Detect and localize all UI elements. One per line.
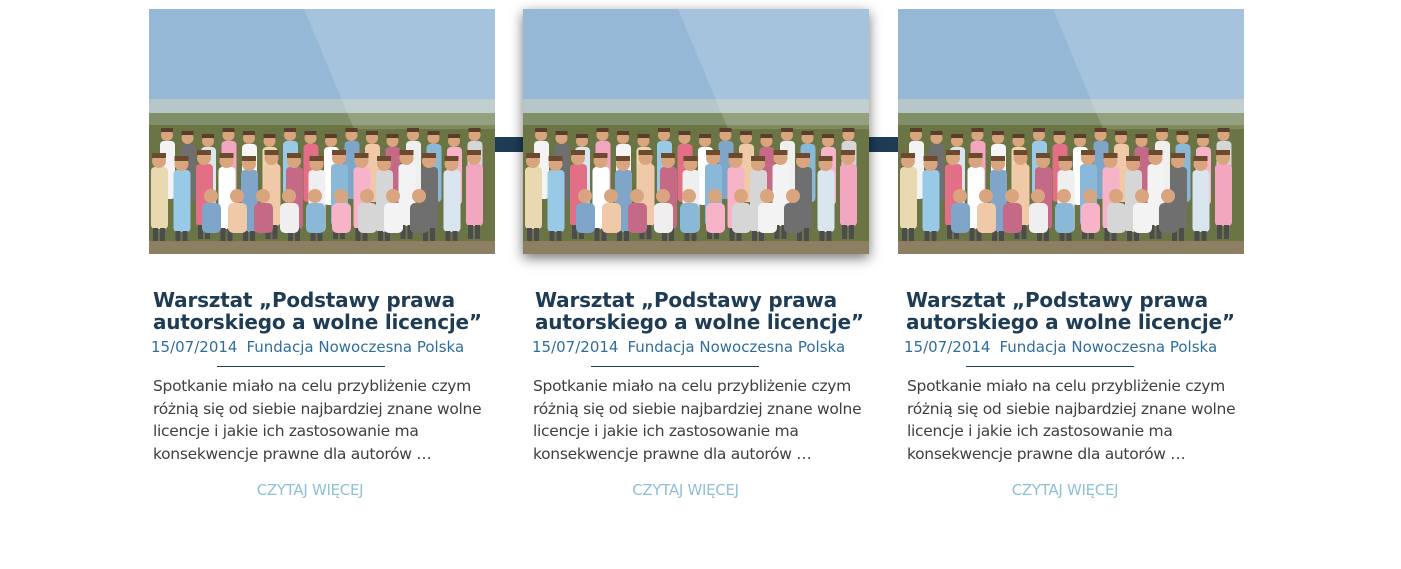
post-card: Warsztat „Podstawy prawa autorskiego a w… [149,9,495,499]
carousel-connector [868,137,899,152]
post-date: 15/07/2014 [904,338,991,356]
post-meta: 15/07/2014 Fundacja Nowoczesna Polska [151,338,464,356]
group-photo-icon [149,9,495,254]
post-author[interactable]: Fundacja Nowoczesna Polska [999,338,1217,356]
post-meta: 15/07/2014 Fundacja Nowoczesna Polska [904,338,1217,356]
post-author[interactable]: Fundacja Nowoczesna Polska [246,338,464,356]
post-date: 15/07/2014 [151,338,238,356]
post-excerpt: Spotkanie miało na celu przybliżenie czy… [153,377,482,463]
post-card-active: Warsztat „Podstawy prawa autorskiego a w… [523,9,869,499]
post-meta: 15/07/2014 Fundacja Nowoczesna Polska [532,338,845,356]
post-image-link[interactable] [149,9,495,254]
post-carousel: Warsztat „Podstawy prawa autorskiego a w… [0,0,1401,569]
post-excerpt: Spotkanie miało na celu przybliżenie czy… [533,377,862,463]
post-title[interactable]: Warsztat „Podstawy prawa autorskiego a w… [906,289,1246,333]
read-more-link[interactable]: CZYTAJ WIĘCEJ [898,481,1232,499]
post-card: Warsztat „Podstawy prawa autorskiego a w… [898,9,1244,499]
group-photo-icon [898,9,1244,254]
group-photo-icon [523,9,869,254]
post-date: 15/07/2014 [532,338,619,356]
post-image-link[interactable] [523,9,869,254]
post-title[interactable]: Warsztat „Podstawy prawa autorskiego a w… [535,289,875,333]
post-image-link[interactable] [898,9,1244,254]
post-excerpt: Spotkanie miało na celu przybliżenie czy… [907,377,1236,463]
title-divider [966,366,1134,367]
post-author[interactable]: Fundacja Nowoczesna Polska [627,338,845,356]
read-more-link[interactable]: CZYTAJ WIĘCEJ [149,481,471,499]
title-divider [591,366,759,367]
carousel-connector [494,137,524,152]
post-title[interactable]: Warsztat „Podstawy prawa autorskiego a w… [153,289,493,333]
read-more-link[interactable]: CZYTAJ WIĘCEJ [523,481,848,499]
title-divider [217,366,385,367]
